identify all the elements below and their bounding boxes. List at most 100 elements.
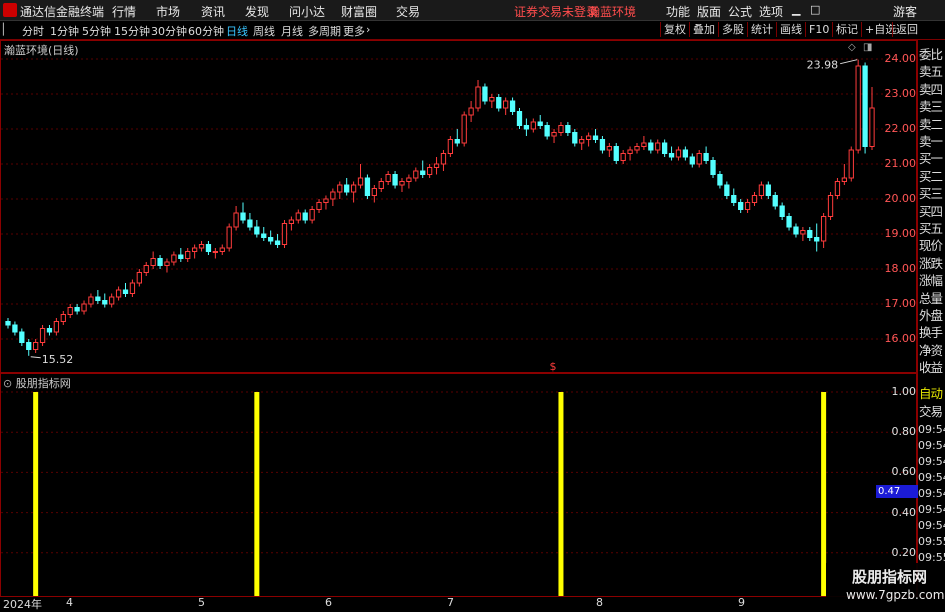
date-label-jun: 6 [325,596,332,609]
quote-field-label: 买二 [919,168,943,184]
candle [807,227,813,241]
candle [696,150,702,168]
candle [613,143,619,164]
candle [164,258,170,273]
candle [150,251,156,269]
price-axis-tick: 20.00 [884,192,917,205]
candle [489,94,495,108]
candle [212,248,219,259]
date-label-jul: 7 [447,596,454,609]
candle [579,136,585,150]
candle [433,157,440,175]
candle [323,195,329,210]
candle [122,283,129,297]
auto-label[interactable]: 自动 [919,385,945,402]
quote-field-label: 买四 [919,203,943,219]
trade-time-label: 09:54 [918,439,945,452]
candle [461,111,467,147]
candle [288,216,295,231]
quote-field-label: 净资 [919,342,943,358]
candle [233,206,239,231]
quote-field-label: 卖四 [919,81,943,97]
candle [281,220,288,248]
candle [523,118,530,136]
candle [33,339,39,353]
quote-field-label: 总量 [919,290,943,306]
candle [81,300,87,315]
candle [565,122,571,136]
candle [136,269,142,287]
price-axis-tick: 19.00 [884,227,917,240]
candle [95,290,101,304]
quote-field-label: 买五 [919,221,943,236]
diamond-icon[interactable]: ◇ [848,42,856,53]
candle [198,241,205,252]
candle [516,108,523,129]
panel-toggle-icon[interactable]: ◨ [863,42,872,53]
date-label-aug: 8 [596,596,603,609]
price-axis-tick: 21.00 [884,157,917,170]
candle [53,318,60,336]
quote-field-label: 卖一 [919,134,943,149]
watermark: 股朋指标网 www.7gpzb.com [826,563,945,609]
candle [240,202,246,224]
candle [46,325,53,336]
candle [855,59,861,154]
candle [426,164,433,178]
quote-field-label: 卖三 [919,99,943,115]
candle [413,167,419,182]
date-label-apr: 4 [66,596,73,609]
candle [793,223,799,238]
candle [261,227,267,241]
candle [834,178,841,199]
candle [5,318,11,329]
candle [599,136,606,154]
candle [482,83,488,105]
trade-time-label: 09:54 [918,487,945,500]
low-price-label: 15.52 [42,353,74,366]
signal-bar [254,392,260,596]
candle [509,97,516,115]
trade-label: 交易 [919,404,943,419]
candle [364,174,371,199]
candle [537,115,543,129]
quote-field-label: 收益 [919,360,943,376]
candle [316,199,322,213]
candle [682,146,689,161]
candle [371,185,377,203]
candle [779,202,785,220]
candle [585,132,592,147]
indicator-axis-tick: 1.00 [891,385,917,398]
candle [724,181,730,199]
candle [572,129,578,147]
candle [731,188,737,206]
candle [344,178,350,196]
high-arrow [840,59,858,65]
trade-time-label: 09:54 [918,519,945,532]
signal-bar [558,392,564,596]
price-axis-tick: 18.00 [884,262,917,275]
date-label-may: 5 [198,596,205,609]
candle [357,164,364,189]
candle [814,223,820,252]
candle [717,171,723,189]
candle [392,171,398,189]
candle [88,293,94,308]
candle [399,178,405,192]
candle [115,286,122,301]
candle [558,122,564,136]
candle [655,139,661,154]
candle [544,122,550,140]
quote-field-label: 买三 [919,186,943,202]
candle [606,143,612,157]
candle [627,146,633,161]
indicator-value-box: 0.47 [876,485,918,498]
candle [254,220,260,238]
candle [751,192,758,206]
low-arrow [30,356,41,359]
candle [102,293,108,308]
candle [337,181,343,199]
candle [440,150,447,171]
indicator-axis-tick: 0.40 [891,505,917,519]
candle [268,230,274,245]
